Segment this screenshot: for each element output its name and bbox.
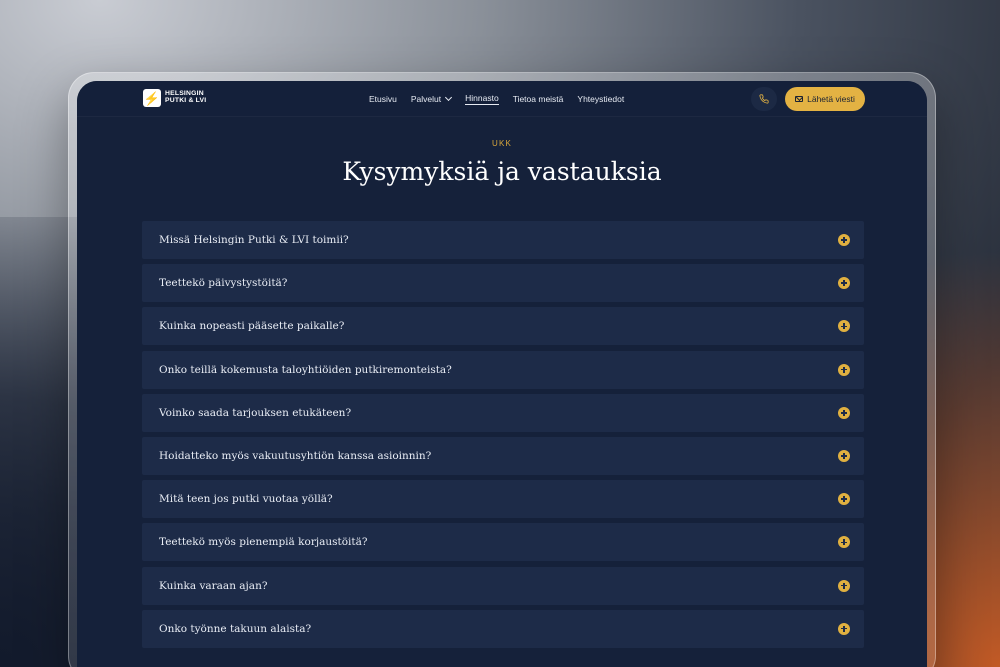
nav-item-yhteystiedot[interactable]: Yhteystiedot: [577, 94, 624, 104]
send-message-button[interactable]: Lähetä viesti: [785, 87, 865, 111]
plus-icon: [838, 449, 850, 462]
plus-icon: [838, 320, 850, 333]
send-message-label: Lähetä viesti: [807, 94, 855, 104]
plus-icon: [838, 363, 850, 376]
faq-question: Teettekö päivystystöitä?: [159, 277, 288, 290]
faq-item[interactable]: Kuinka varaan ajan?: [142, 566, 864, 605]
main-nav: Etusivu Palvelut Hinnasto Tietoa meistä …: [369, 93, 624, 105]
faq-question: Hoidatteko myös vakuutusyhtiön kanssa as…: [159, 449, 432, 462]
faq-item[interactable]: Missä Helsingin Putki & LVI toimii?: [142, 221, 864, 259]
plus-icon: [838, 406, 850, 419]
plus-icon: [838, 277, 850, 290]
faq-list: Missä Helsingin Putki & LVI toimii? Teet…: [142, 221, 864, 653]
top-navbar: ⚡ HELSINGIN PUTKI & LVI Etusivu Palvelut…: [77, 81, 927, 117]
faq-question: Voinko saada tarjouksen etukäteen?: [159, 406, 352, 419]
faq-item[interactable]: Voinko saada tarjouksen etukäteen?: [142, 393, 864, 432]
browser-screen: ⚡ HELSINGIN PUTKI & LVI Etusivu Palvelut…: [77, 81, 927, 667]
logo-icon: ⚡: [143, 89, 161, 107]
nav-item-etusivu[interactable]: Etusivu: [369, 94, 397, 104]
page-title: Kysymyksiä ja vastauksia: [342, 157, 662, 186]
faq-question: Mitä teen jos putki vuotaa yöllä?: [159, 493, 333, 506]
faq-item[interactable]: Teettekö myös pienempiä korjaustöitä?: [142, 523, 864, 562]
faq-item[interactable]: Hoidatteko myös vakuutusyhtiön kanssa as…: [142, 436, 864, 475]
faq-question: Kuinka nopeasti pääsette paikalle?: [159, 320, 345, 333]
faq-item[interactable]: Onko teillä kokemusta taloyhtiöiden putk…: [142, 350, 864, 389]
nav-item-hinnasto[interactable]: Hinnasto: [465, 93, 499, 105]
device-frame: ⚡ HELSINGIN PUTKI & LVI Etusivu Palvelut…: [68, 72, 936, 667]
faq-question: Onko työnne takuun alaista?: [159, 622, 312, 635]
mail-icon: [795, 96, 804, 102]
faq-question: Onko teillä kokemusta taloyhtiöiden putk…: [159, 363, 452, 376]
phone-button[interactable]: [751, 87, 777, 111]
faq-item[interactable]: Kuinka nopeasti pääsette paikalle?: [142, 307, 864, 346]
nav-item-palvelut[interactable]: Palvelut: [411, 93, 453, 104]
logo-line-2: PUTKI & LVI: [165, 97, 207, 104]
plus-icon: [838, 579, 850, 592]
plus-icon: [838, 493, 850, 506]
faq-question: Missä Helsingin Putki & LVI toimii?: [159, 234, 349, 246]
phone-icon: [759, 94, 769, 104]
faq-item[interactable]: Mitä teen jos putki vuotaa yöllä?: [142, 480, 864, 519]
section-eyebrow: UKK: [491, 139, 513, 148]
faq-question: Teettekö myös pienempiä korjaustöitä?: [159, 536, 368, 549]
faq-question: Kuinka varaan ajan?: [159, 579, 268, 592]
nav-item-tietoa-meista[interactable]: Tietoa meistä: [513, 94, 564, 104]
site-logo[interactable]: ⚡ HELSINGIN PUTKI & LVI: [143, 89, 206, 107]
plus-icon: [838, 622, 850, 635]
faq-item[interactable]: Onko työnne takuun alaista?: [142, 609, 864, 648]
plus-icon: [838, 536, 850, 549]
plus-icon: [838, 234, 850, 246]
chevron-down-icon: [445, 93, 453, 102]
faq-item[interactable]: Teettekö päivystystöitä?: [142, 264, 864, 303]
